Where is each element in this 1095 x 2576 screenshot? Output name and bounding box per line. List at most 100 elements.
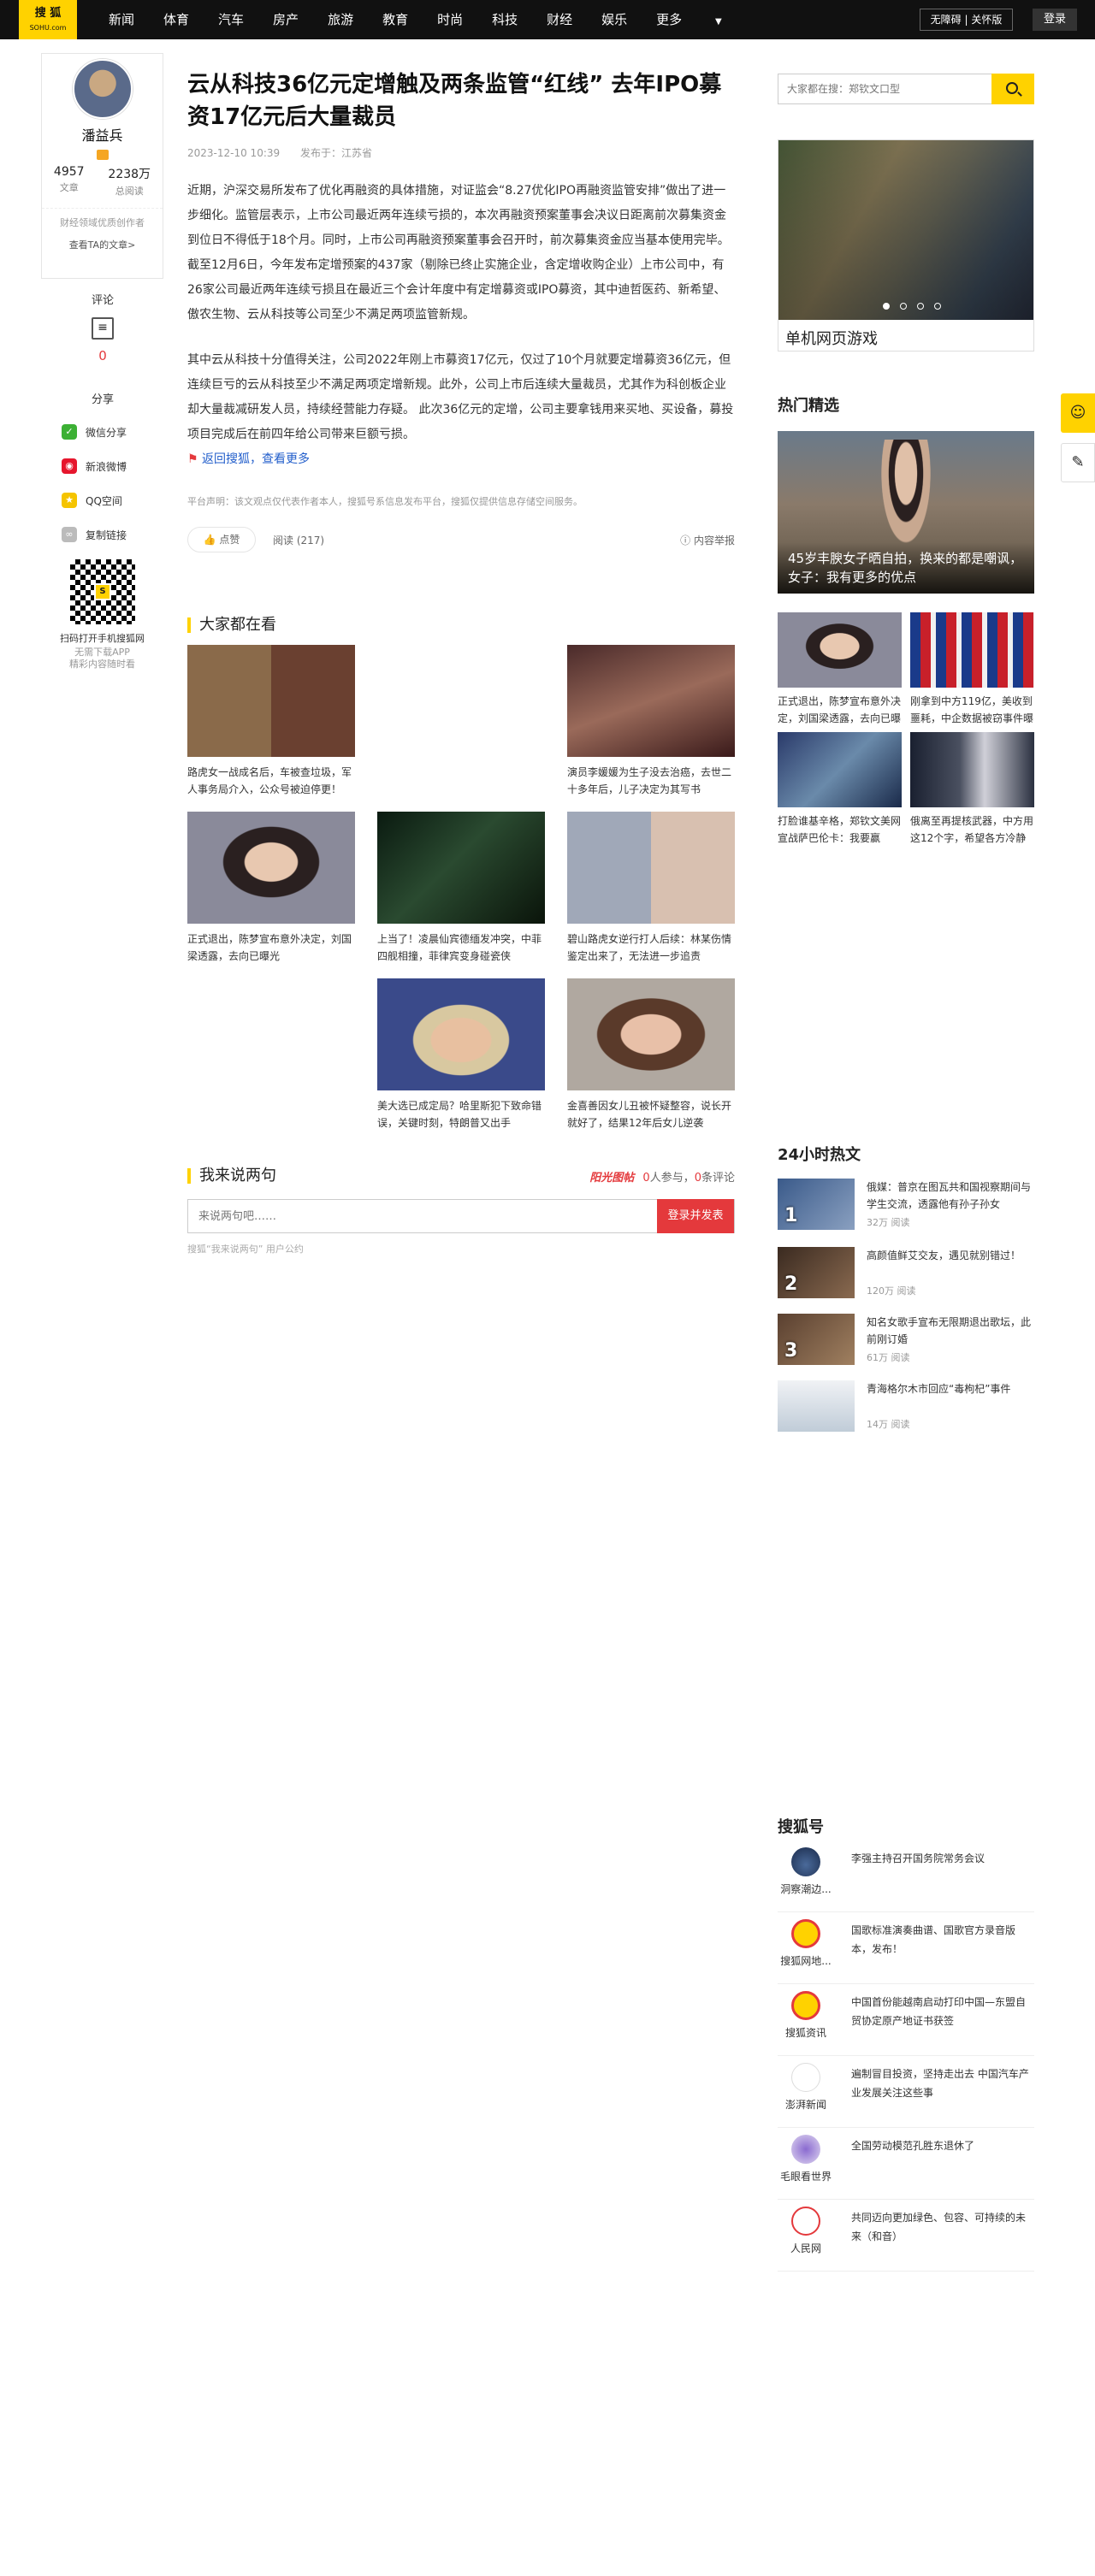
search-box — [778, 74, 1034, 104]
nav-finance[interactable]: 财经 — [547, 0, 572, 39]
articles-count: 4957 — [53, 165, 85, 179]
nav-entertainment[interactable]: 娱乐 — [601, 0, 627, 39]
hot-item[interactable]: 打脸谁基辛格，郑钦文美网宣战萨巴伦卡：我要赢 — [778, 732, 902, 847]
hot-item-image — [778, 612, 902, 688]
nav-education[interactable]: 教育 — [382, 0, 408, 39]
nav-travel[interactable]: 旅游 — [328, 0, 353, 39]
login-button[interactable]: 登录 — [1033, 9, 1077, 31]
accessibility-button[interactable]: 无障碍 | 关怀版 — [920, 9, 1013, 31]
recommend-card[interactable]: 演员李媛媛为生子没去治癌，去世二十多年后，儿子决定为其写书 — [567, 645, 735, 798]
hot-item-image — [910, 612, 1034, 688]
nav-news[interactable]: 新闻 — [109, 0, 134, 39]
hot24-reads: 14万 阅读 — [867, 1419, 910, 1430]
account-logo — [791, 1919, 820, 1948]
recommend-card[interactable]: 路虎女一战成名后，车被查垃圾，军人事务局介入，公众号被迫停更！ — [187, 645, 355, 798]
account-article: 国歌标准演奏曲谱、国歌官方录音版本，发布！ — [851, 1924, 1016, 1955]
recommend-card[interactable]: 碧山路虎女逆行打人后续：林某伤情鉴定出来了，无法进一步追责 — [567, 812, 735, 965]
sohuhao-item[interactable]: 人民网 共同迈向更加绿色、包容、可持续的未来（和音） — [778, 2203, 1034, 2272]
sohuhao-item[interactable]: 洞察潮边... 李强主持召开国务院常务会议 — [778, 1844, 1034, 1912]
account-name: 人民网 — [790, 2242, 821, 2254]
comment-input[interactable] — [188, 1200, 659, 1232]
share-wechat[interactable]: ✓ 微信分享 — [51, 415, 154, 449]
side-comment-count: 0 — [98, 348, 107, 363]
sohuhao-item[interactable]: 搜狐资讯 中国首份能越南启动打印中国—东盟自贸协定原产地证书获签 — [778, 1988, 1034, 2056]
qzone-icon: ★ — [62, 493, 77, 508]
hot24-reads: 32万 阅读 — [867, 1217, 910, 1228]
card-caption: 演员李媛媛为生子没去治癌，去世二十多年后，儿子决定为其写书 — [567, 766, 732, 795]
recommend-card[interactable]: 美大选已成定局？哈里斯犯下致命错误，关键时刻，特朗普又出手 — [377, 978, 545, 1131]
recommend-card[interactable]: 上当了！凌晨仙宾德缅发冲突，中菲四舰相撞，菲律宾变身碰瓷侠 — [377, 812, 545, 965]
share-qzone[interactable]: ★ QQ空间 — [51, 483, 154, 517]
carousel-dot[interactable] — [883, 303, 890, 310]
feedback-float-icon[interactable]: ☺ — [1061, 393, 1095, 433]
article-title: 云从科技36亿元定增触及两条监管“红线” 去年IPO募资17亿元后大量裁员 — [187, 72, 722, 130]
channel-nav: 新闻 体育 汽车 房产 旅游 教育 时尚 科技 财经 娱乐 更多 ▼ — [109, 0, 780, 39]
hot-item-caption: 刚拿到中方119亿，美收到噩耗，中企数据被窃事件曝光 — [910, 695, 1034, 724]
hot-featured[interactable]: 45岁丰腴女子晒自拍，换来的都是嘲讽，女子：我有更多的优点 — [778, 431, 1034, 594]
stat-articles: 4957 文章 — [54, 165, 85, 198]
nav-auto[interactable]: 汽车 — [218, 0, 244, 39]
qr-caption: 扫码打开手机搜狐网 — [60, 633, 145, 644]
card-image — [377, 812, 545, 924]
comment-icon[interactable]: ≡ — [92, 317, 114, 340]
stat-reads: 2238万 总阅读 — [108, 165, 151, 198]
nav-more-label: 更多 — [656, 12, 683, 27]
article-source: 发布于：江苏省 — [299, 147, 372, 159]
author-stats: 4957 文章 2238万 总阅读 — [42, 165, 163, 198]
hot24-image — [778, 1380, 855, 1432]
account-name: 澎湃新闻 — [784, 2099, 826, 2111]
back-to-sohu-link[interactable]: ⚑ 返回搜狐，查看更多 — [187, 447, 735, 472]
share-copy-link[interactable]: ∞ 复制链接 — [51, 517, 154, 552]
article: 云从科技36亿元定增触及两条监管“红线” 去年IPO募资17亿元后大量裁员 20… — [187, 68, 735, 552]
account-article: 全国劳动模范孔胜东退休了 — [851, 2140, 975, 2152]
author-more-link[interactable]: 查看TA的文章> — [42, 238, 163, 251]
hot24-item[interactable]: 青海格尔木市回应“毒枸杞”事件 14万 阅读 — [778, 1380, 1034, 1432]
sohuhao-item[interactable]: 搜狐网地... 国歌标准演奏曲谱、国歌官方录音版本，发布！ — [778, 1916, 1034, 1984]
hot24-title: 知名女歌手宣布无限期退出歌坛，此前刚订婚 — [867, 1316, 1032, 1345]
like-button[interactable]: 👍 点赞 — [187, 527, 256, 552]
nav-fashion[interactable]: 时尚 — [437, 0, 463, 39]
hot24-image: 1 — [778, 1179, 855, 1230]
search-button[interactable] — [991, 74, 1034, 104]
comment-submit-button[interactable]: 登录并发表 — [657, 1199, 734, 1233]
nav-more[interactable]: 更多 ▼ — [656, 0, 751, 39]
nav-tech[interactable]: 科技 — [492, 0, 518, 39]
carousel-dot[interactable] — [900, 303, 907, 310]
author-name[interactable]: 潘益兵 — [42, 124, 163, 145]
share-weibo[interactable]: ◉ 新浪微博 — [51, 449, 154, 483]
recommend-card[interactable]: 金喜善因女儿丑被怀疑整容，说长开就好了，结果12年后女儿逆袭 — [567, 978, 735, 1131]
sohuhao-item[interactable]: 毛眼看世界 全国劳动模范孔胜东退休了 — [778, 2131, 1034, 2200]
comments-count: 0 — [694, 1172, 701, 1185]
search-input[interactable] — [778, 74, 992, 103]
carousel-dot[interactable] — [934, 303, 941, 310]
hot-item-caption: 俄离至再提核武器，中方用这12个字，希望各方冷静 — [910, 815, 1034, 844]
report-link[interactable]: ⓘ 内容举报 — [680, 533, 735, 547]
nav-house[interactable]: 房产 — [273, 0, 299, 39]
platform-disclaimer: 平台声明：该文观点仅代表作者本人，搜狐号系信息发布平台，搜狐仅提供信息存储空间服… — [187, 496, 583, 507]
hot-item[interactable]: 刚拿到中方119亿，美收到噩耗，中企数据被窃事件曝光 — [910, 612, 1034, 727]
recommend-section: 大家都在看 路虎女一战成名后，车被查垃圾，军人事务局介入，公众号被迫停更！ 演员… — [187, 617, 735, 1129]
like-label: 点赞 — [219, 534, 240, 546]
sohu-logo[interactable]: 搜 狐 SOHU.com — [19, 0, 77, 39]
author-card: 潘益兵 4957 文章 2238万 总阅读 财经领域优质创作者 查看TA的文章> — [41, 53, 163, 279]
nav-sports[interactable]: 体育 — [163, 0, 189, 39]
edit-float-icon[interactable]: ✎ — [1061, 443, 1095, 482]
carousel-dot[interactable] — [917, 303, 924, 310]
account-logo — [791, 2135, 820, 2164]
author-avatar[interactable] — [72, 59, 133, 119]
account-logo — [791, 2207, 820, 2236]
hot24-item[interactable]: 1 俄媒：普京在图瓦共和国视察期间与学生交流，透露他有孙子孙女 32万 阅读 — [778, 1179, 1034, 1230]
comment-agreement-link[interactable]: 搜狐“我来说两句” 用户公约 — [187, 1242, 735, 1256]
hot24-rank: 2 — [784, 1273, 798, 1295]
back-icon: ⚑ — [187, 452, 198, 466]
recommend-card[interactable]: 正式退出，陈梦宣布意外决定，刘国梁透露，去向已曝光 — [187, 812, 355, 965]
card-caption: 路虎女一战成名后，车被查垃圾，军人事务局介入，公众号被迫停更！ — [187, 766, 352, 795]
hot-item-image — [778, 732, 902, 807]
hot24-item[interactable]: 2 高颜值鲜艾交友，遇见就别错过！ 120万 阅读 — [778, 1247, 1034, 1298]
hot-item[interactable]: 正式退出，陈梦宣布意外决定，刘国梁透露，去向已曝光 — [778, 612, 902, 727]
account-logo — [791, 2063, 820, 2092]
game-banner[interactable]: 单机网页游戏 — [778, 139, 1034, 352]
sohuhao-item[interactable]: 澎湃新闻 遍制冒目投资，坚持走出去 中国汽车产业发展关注这些事 — [778, 2059, 1034, 2128]
hot-item[interactable]: 俄离至再提核武器，中方用这12个字，希望各方冷静 — [910, 732, 1034, 847]
hot24-item[interactable]: 3 知名女歌手宣布无限期退出歌坛，此前刚订婚 61万 阅读 — [778, 1314, 1034, 1365]
